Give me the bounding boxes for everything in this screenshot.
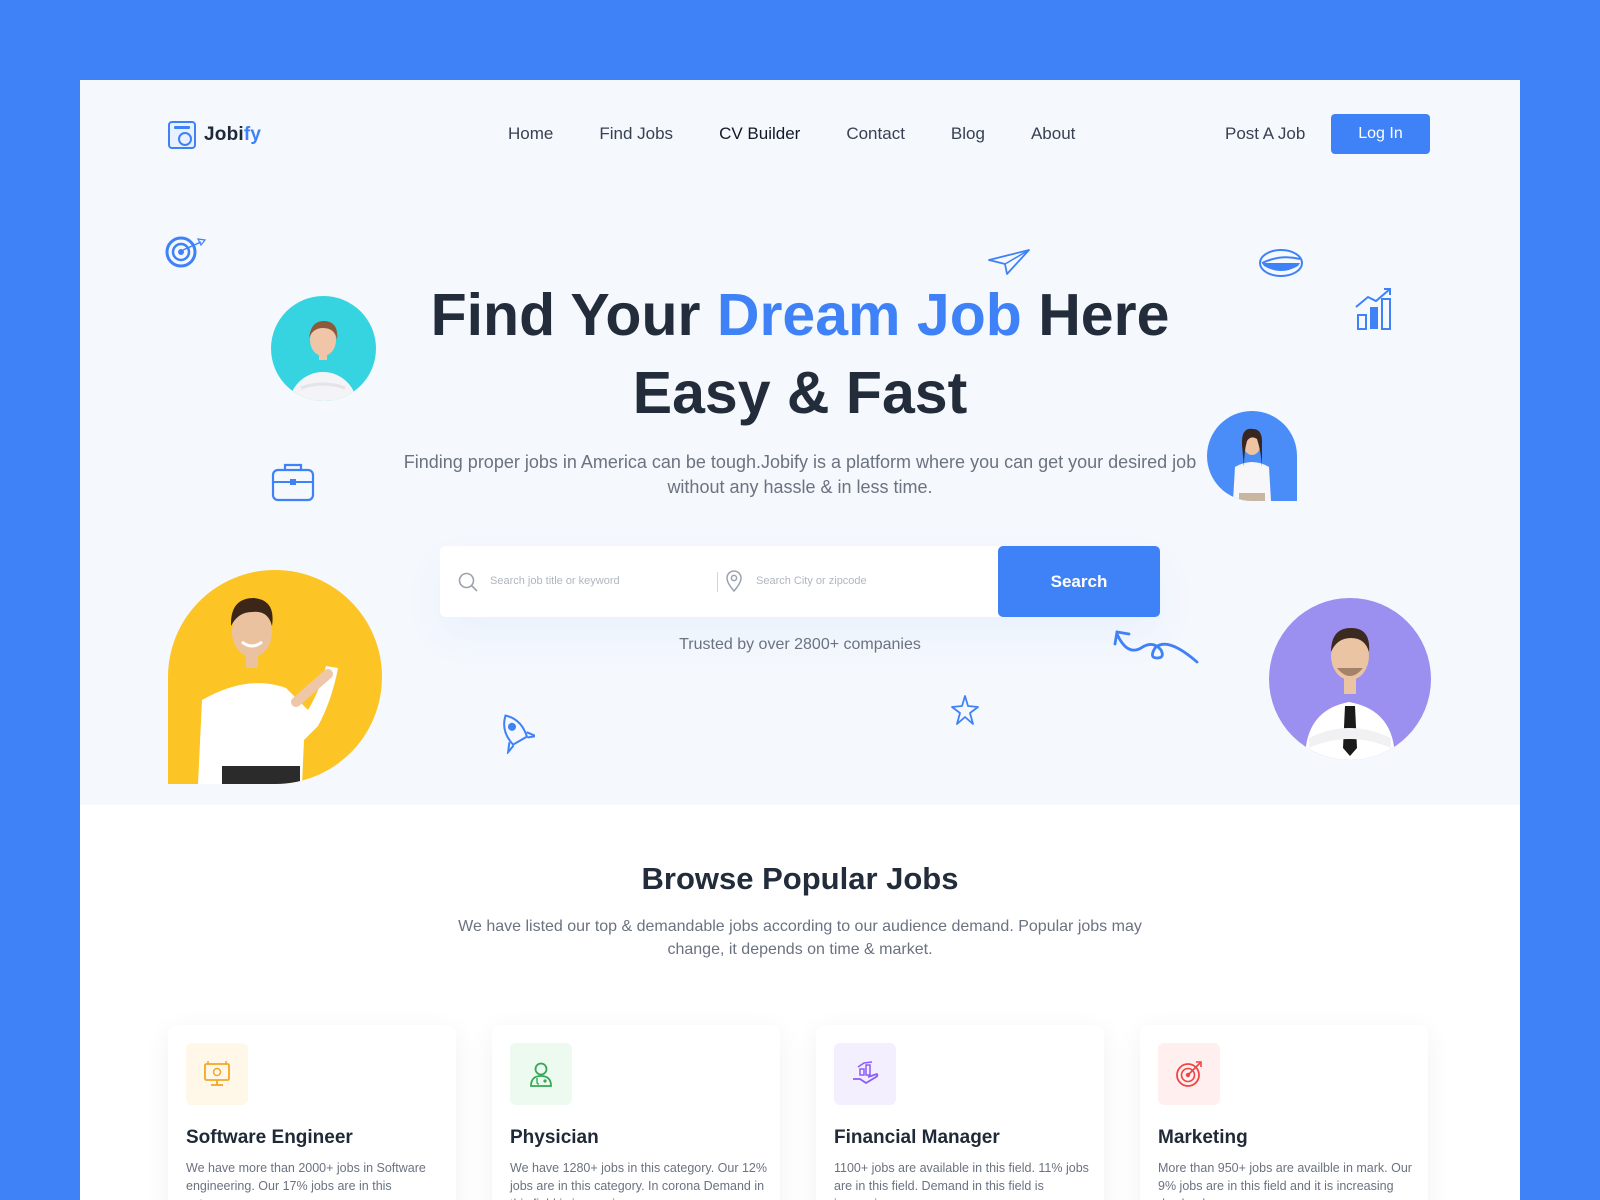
star-icon (951, 695, 979, 725)
logo-icon (168, 121, 196, 149)
job-card-software-engineer[interactable]: Software Engineer We have more than 2000… (168, 1025, 456, 1200)
job-card-financial-manager[interactable]: Financial Manager 1100+ jobs are availab… (816, 1025, 1104, 1200)
search-button[interactable]: Search (998, 546, 1160, 617)
rocket-icon (503, 714, 535, 754)
job-cards: Software Engineer We have more than 2000… (168, 1025, 1428, 1200)
card-title: Marketing (1158, 1127, 1248, 1148)
search-divider (717, 572, 718, 592)
paper-plane-icon (988, 249, 1030, 275)
card-description: 1100+ jobs are available in this field. … (834, 1161, 1089, 1200)
avatar-man-purple (1269, 598, 1431, 760)
logo[interactable]: Jobify (168, 121, 261, 149)
nav-contact[interactable]: Contact (846, 124, 905, 144)
card-icon-box (186, 1043, 248, 1105)
nav-home[interactable]: Home (508, 124, 553, 144)
main-nav: Home Find Jobs CV Builder Contact Blog A… (508, 124, 1075, 144)
hero-section: Jobify Home Find Jobs CV Builder Contact… (80, 80, 1520, 805)
pie-chart-deco-icon (1259, 249, 1303, 277)
nav-find-jobs[interactable]: Find Jobs (599, 124, 673, 144)
post-job-link[interactable]: Post A Job (1225, 124, 1305, 144)
card-title: Physician (510, 1127, 599, 1148)
job-search-input[interactable] (490, 570, 705, 592)
job-card-marketing[interactable]: Marketing More than 950+ jobs are availb… (1140, 1025, 1428, 1200)
popular-jobs-section: Browse Popular Jobs We have listed our t… (80, 805, 1520, 1200)
location-pin-icon (726, 570, 742, 592)
login-button[interactable]: Log In (1331, 114, 1430, 154)
trusted-text: Trusted by over 2800+ companies (679, 636, 921, 653)
section-title: Browse Popular Jobs (641, 861, 959, 896)
finance-icon (853, 1061, 879, 1084)
doctor-icon (530, 1062, 552, 1087)
hero-subtitle: Finding proper jobs in America can be to… (403, 452, 1197, 497)
card-icon-box (1158, 1043, 1220, 1105)
nav-cv-builder[interactable]: CV Builder (719, 124, 800, 144)
section-subtitle: We have listed our top & demandable jobs… (458, 918, 1142, 958)
card-icon-box (510, 1043, 572, 1105)
search-icon (458, 572, 478, 592)
location-search-input[interactable] (756, 570, 986, 592)
card-title: Software Engineer (186, 1127, 353, 1148)
hero-title: Find Your Dream Job Here Easy & Fast (430, 282, 1170, 426)
target-icon (1176, 1061, 1202, 1087)
search-bar: Search (440, 546, 1160, 617)
logo-text: Jobify (204, 124, 262, 145)
card-description: More than 950+ jobs are availble in mark… (1158, 1161, 1412, 1200)
card-title: Financial Manager (834, 1127, 1000, 1148)
nav-blog[interactable]: Blog (951, 124, 985, 144)
card-description: We have more than 2000+ jobs in Software… (186, 1161, 426, 1200)
page-frame: Jobify Home Find Jobs CV Builder Contact… (80, 80, 1520, 1200)
avatar-man-yellow (168, 570, 382, 784)
card-description: We have 1280+ jobs in this category. Our… (510, 1161, 767, 1200)
briefcase-icon (271, 463, 315, 502)
card-icon-box (834, 1043, 896, 1105)
job-card-physician[interactable]: Physician We have 1280+ jobs in this cat… (492, 1025, 780, 1200)
monitor-icon (204, 1061, 230, 1086)
target-deco-icon (165, 236, 207, 268)
nav-about[interactable]: About (1031, 124, 1075, 144)
